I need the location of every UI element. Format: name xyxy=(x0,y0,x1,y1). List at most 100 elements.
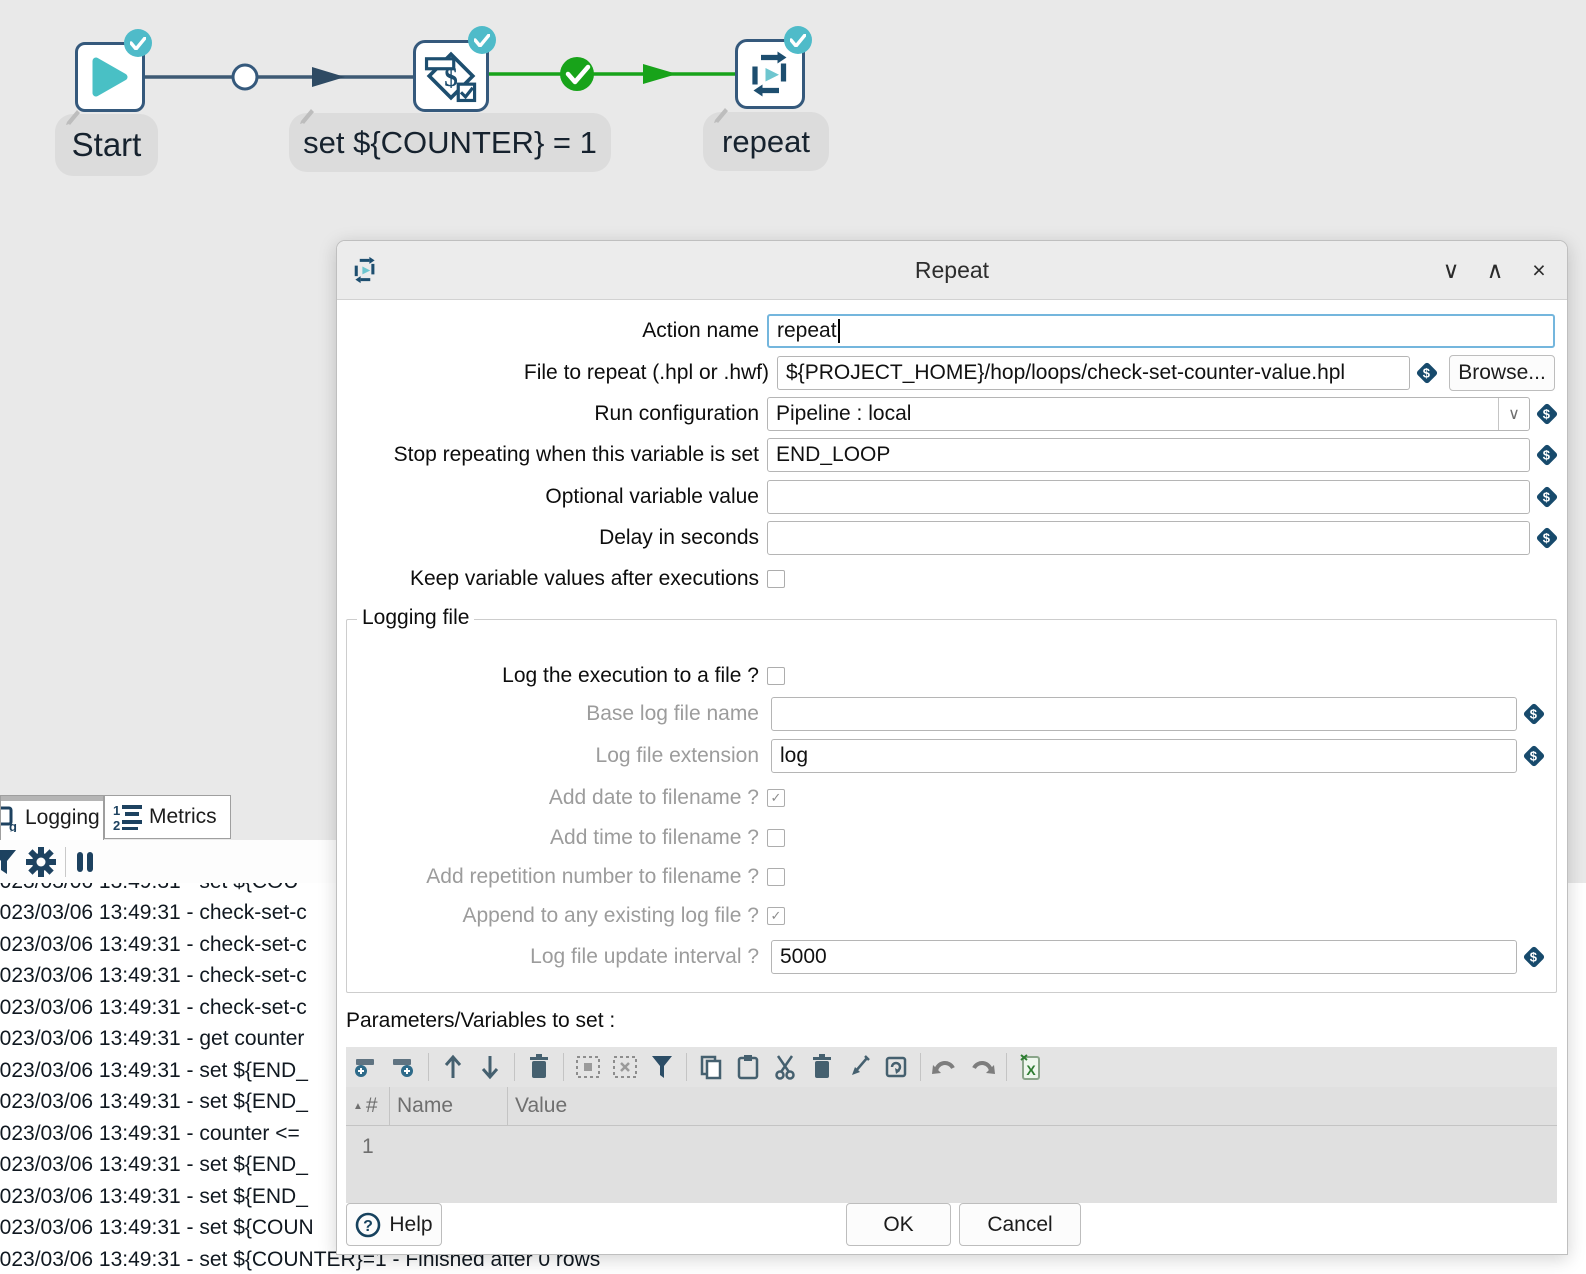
optional-value-input[interactable] xyxy=(767,480,1530,514)
copy-to-excel-icon[interactable]: X xyxy=(1016,1052,1046,1082)
logging-tab-icon: g xyxy=(0,806,17,832)
stop-variable-input[interactable]: END_LOOP xyxy=(767,438,1530,472)
log-line: 2023/03/06 13:49:31 - get counter xyxy=(0,1027,304,1051)
edit-pencil-icon xyxy=(63,106,83,126)
unshade-button[interactable]: ∧ xyxy=(1473,257,1517,284)
help-icon: ? xyxy=(355,1212,381,1238)
move-row-up-icon[interactable] xyxy=(438,1052,468,1082)
table-row[interactable]: 1 xyxy=(346,1126,1557,1168)
add-date-row: Add date to filename ? xyxy=(337,787,1555,809)
log-extension-input[interactable]: log xyxy=(771,739,1517,773)
paste-rows-icon[interactable] xyxy=(733,1052,763,1082)
append-log-row: Append to any existing log file ? xyxy=(337,905,1555,927)
toolbar-separator xyxy=(65,847,66,877)
variable-icon[interactable]: $ xyxy=(1536,403,1559,426)
repeat-node-label[interactable]: repeat xyxy=(703,112,829,171)
column-header-num[interactable]: ▲# xyxy=(346,1087,390,1125)
tab-logging[interactable]: g Logging xyxy=(0,795,104,840)
duplicate-row-icon[interactable] xyxy=(881,1052,911,1082)
cancel-button[interactable]: Cancel xyxy=(959,1203,1081,1246)
browse-button[interactable]: Browse... xyxy=(1449,355,1555,391)
run-config-combo[interactable]: Pipeline : local ∨ xyxy=(767,397,1530,431)
params-table[interactable]: ▲# Name Value 1 xyxy=(346,1087,1557,1203)
delay-label: Delay in seconds xyxy=(337,526,767,550)
log-line: 2023/03/06 13:49:31 - counter <= xyxy=(0,1122,300,1146)
start-node-label[interactable]: Start xyxy=(55,114,158,176)
svg-text:g: g xyxy=(9,819,17,832)
repeat-icon xyxy=(746,50,794,98)
log-line: 2023/03/06 13:49:31 - set ${END_ xyxy=(0,1153,308,1177)
delete-selected-rows-icon[interactable] xyxy=(807,1052,837,1082)
action-name-input[interactable]: repeat xyxy=(767,314,1555,348)
file-input[interactable]: ${PROJECT_HOME}/hop/loops/check-set-coun… xyxy=(777,356,1410,390)
log-to-file-label: Log the execution to a file ? xyxy=(337,664,767,688)
add-repetition-label: Add repetition number to filename ? xyxy=(337,865,767,889)
add-repetition-checkbox[interactable] xyxy=(767,868,785,886)
column-header-name[interactable]: Name xyxy=(390,1087,508,1125)
insert-row-after-icon[interactable] xyxy=(389,1052,419,1082)
repeat-dialog: Repeat ∨ ∧ × Action name repeat File to … xyxy=(336,240,1568,1255)
add-repetition-row: Add repetition number to filename ? xyxy=(337,866,1555,888)
variable-icon[interactable]: $ xyxy=(1523,946,1546,969)
ok-button[interactable]: OK xyxy=(846,1203,951,1246)
delay-input[interactable] xyxy=(767,521,1530,555)
set-counter-node-label[interactable]: set ${COUNTER} = 1 xyxy=(289,113,611,172)
tab-metrics[interactable]: 1 2 Metrics xyxy=(104,795,231,839)
move-row-down-icon[interactable] xyxy=(475,1052,505,1082)
base-log-name-input[interactable] xyxy=(771,697,1517,731)
svg-text:1: 1 xyxy=(113,803,120,818)
variable-icon[interactable]: $ xyxy=(1416,362,1439,385)
keep-values-checkbox[interactable] xyxy=(767,570,785,588)
file-label: File to repeat (.hpl or .hwf) xyxy=(337,361,777,385)
undo-icon[interactable] xyxy=(930,1052,960,1082)
toolbar-separator xyxy=(686,1053,687,1081)
filter-rows-icon[interactable] xyxy=(647,1052,677,1082)
append-log-checkbox[interactable] xyxy=(767,907,785,925)
params-section-label: Parameters/Variables to set : xyxy=(346,1009,615,1033)
close-button[interactable]: × xyxy=(1517,257,1561,284)
add-time-row: Add time to filename ? xyxy=(337,827,1555,849)
insert-row-before-icon[interactable] xyxy=(352,1052,382,1082)
update-interval-label: Log file update interval ? xyxy=(337,945,767,969)
chevron-down-icon[interactable]: ∨ xyxy=(1498,398,1529,430)
log-extension-row: Log file extension log $ xyxy=(337,738,1555,774)
cut-rows-icon[interactable] xyxy=(770,1052,800,1082)
variable-icon[interactable]: $ xyxy=(1523,703,1546,726)
log-settings-gear-icon[interactable] xyxy=(25,846,57,878)
help-button[interactable]: ? Help xyxy=(346,1203,442,1246)
delete-row-icon[interactable] xyxy=(524,1052,554,1082)
params-toolbar: X xyxy=(346,1047,1557,1087)
select-all-rows-icon[interactable] xyxy=(573,1052,603,1082)
clear-selection-icon[interactable] xyxy=(610,1052,640,1082)
add-date-label: Add date to filename ? xyxy=(337,786,767,810)
variable-icon[interactable]: $ xyxy=(1536,486,1559,509)
copy-rows-icon[interactable] xyxy=(696,1052,726,1082)
log-to-file-row: Log the execution to a file ? xyxy=(337,665,1555,687)
update-interval-row: Log file update interval ? 5000 $ xyxy=(337,939,1555,975)
optional-value-row: Optional variable value $ xyxy=(337,479,1555,515)
row-number-cell: 1 xyxy=(346,1135,390,1159)
update-interval-input[interactable]: 5000 xyxy=(771,940,1517,974)
redo-icon[interactable] xyxy=(967,1052,997,1082)
dialog-titlebar[interactable]: Repeat ∨ ∧ × xyxy=(337,241,1567,300)
variable-icon[interactable]: $ xyxy=(1536,444,1559,467)
filter-log-icon[interactable] xyxy=(0,848,17,876)
results-tab-strip: g Logging 1 2 Metrics xyxy=(0,795,336,841)
variable-icon[interactable]: $ xyxy=(1536,527,1559,550)
log-to-file-checkbox[interactable] xyxy=(767,667,785,685)
repeat-success-badge xyxy=(784,26,812,54)
add-date-checkbox[interactable] xyxy=(767,789,785,807)
log-toolbar xyxy=(0,840,336,883)
keep-selected-rows-icon[interactable] xyxy=(844,1052,874,1082)
set-variable-icon: $ xyxy=(422,47,480,105)
variable-icon[interactable]: $ xyxy=(1523,745,1546,768)
shade-button[interactable]: ∨ xyxy=(1429,257,1473,284)
log-line: 2023/03/06 13:49:31 - check-set-c xyxy=(0,996,307,1020)
add-time-checkbox[interactable] xyxy=(767,829,785,847)
toolbar-separator xyxy=(563,1053,564,1081)
base-log-name-label: Base log file name xyxy=(337,702,767,726)
params-table-header: ▲# Name Value xyxy=(346,1087,1557,1126)
column-header-value[interactable]: Value xyxy=(508,1087,1557,1125)
run-config-row: Run configuration Pipeline : local ∨ $ xyxy=(337,396,1555,432)
pause-log-icon[interactable] xyxy=(74,850,96,874)
